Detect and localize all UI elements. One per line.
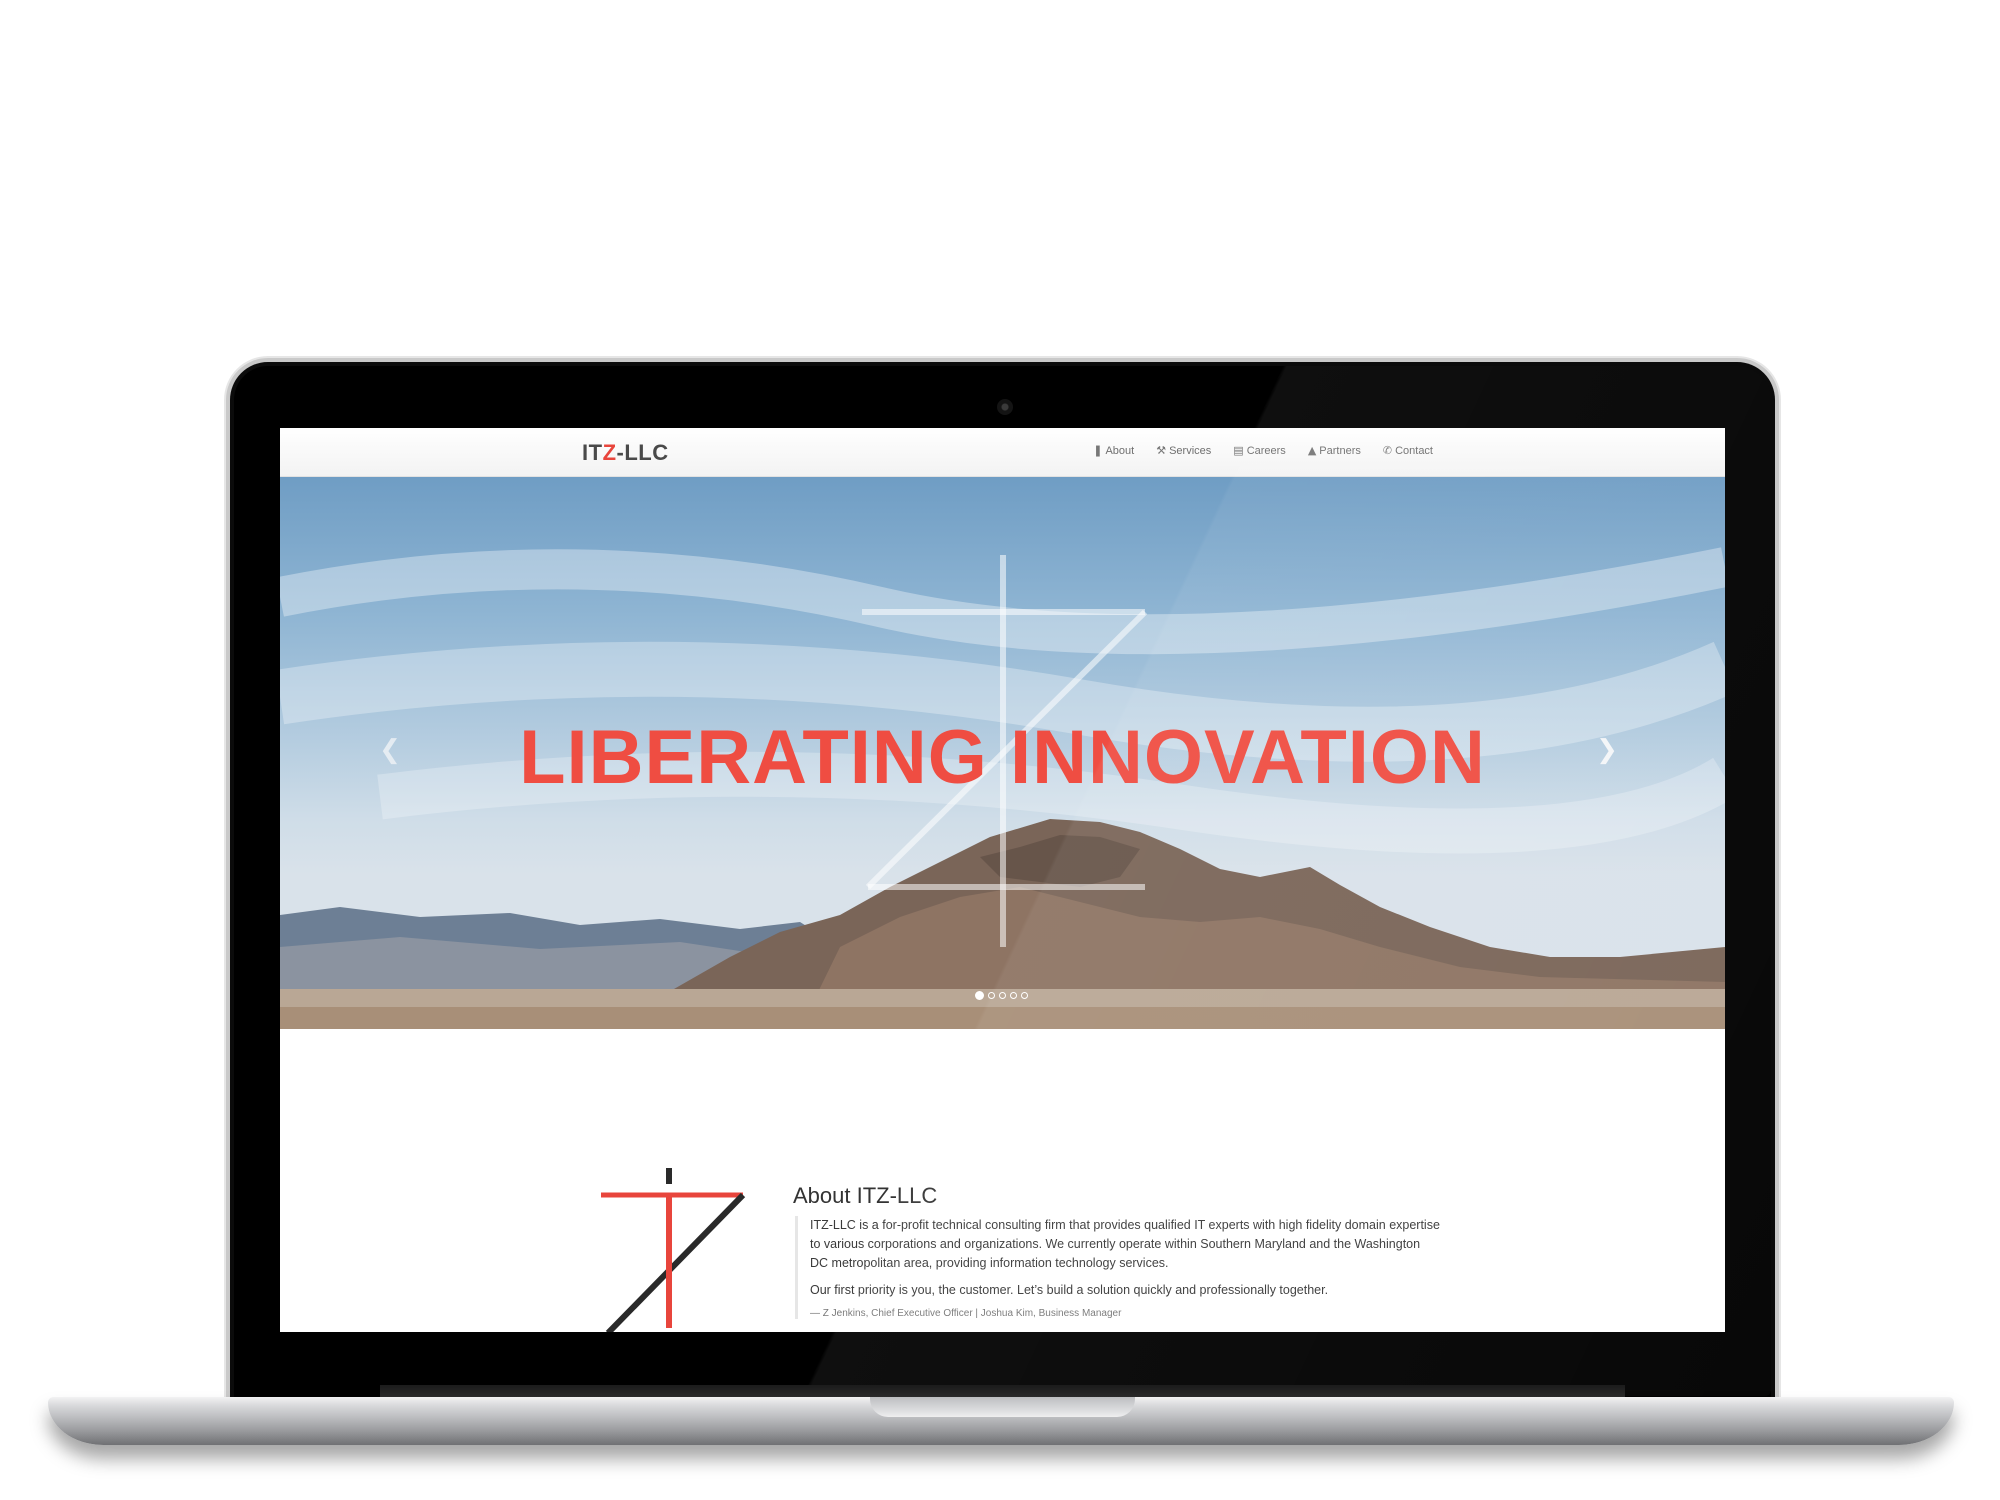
carousel-prev-chevron-icon[interactable]: ❮ [375, 735, 405, 765]
about-heading: About ITZ-LLC [793, 1183, 938, 1208]
nav-item-services[interactable]: ⚒ Services [1156, 444, 1211, 457]
about-paragraph: ITZ-LLC is a for-profit technical consul… [810, 1218, 1440, 1270]
brand-logo[interactable]: ITZ-LLC [582, 440, 669, 466]
about-blockquote: ITZ-LLC is a for-profit technical consul… [795, 1216, 1440, 1319]
briefcase-icon: ▤ [1233, 444, 1244, 457]
nav-label: Careers [1246, 444, 1286, 457]
brand-accent: Z [602, 440, 617, 465]
nav-item-contact[interactable]: ✆ Contact [1383, 444, 1433, 457]
brand-suffix: -LLC [616, 440, 669, 465]
carousel-dot[interactable] [999, 992, 1006, 999]
navbar: ITZ-LLC ❚ About ⚒ Services ▤ Careers ▲ P… [280, 428, 1725, 477]
laptop-thumb-notch [870, 1397, 1135, 1417]
nav-label: Partners [1319, 444, 1361, 457]
user-icon: ▲ [1307, 444, 1317, 457]
carousel-dot[interactable] [988, 992, 995, 999]
webcam-icon [997, 399, 1013, 415]
nav-label: Services [1169, 444, 1212, 457]
nav-label: About [1105, 444, 1135, 457]
about-attribution: — Z Jenkins, Chief Executive Officer | J… [810, 1308, 1122, 1319]
about-paragraph: Our first priority is you, the customer.… [810, 1283, 1329, 1297]
nav-item-partners[interactable]: ▲ Partners [1308, 444, 1361, 457]
itz-logo-icon [601, 1168, 746, 1332]
laptop-hinge [380, 1385, 1625, 1397]
hero-title: LIBERATING INNOVATION [519, 715, 1486, 800]
carousel-dot[interactable] [1021, 992, 1028, 999]
nav-label: Contact [1395, 444, 1433, 457]
nav-item-about[interactable]: ❚ About [1093, 444, 1134, 457]
website-screen: ITZ-LLC ❚ About ⚒ Services ▤ Careers ▲ P… [280, 428, 1725, 1332]
carousel-indicators [975, 991, 1028, 1000]
carousel-next-chevron-icon[interactable]: ❯ [1592, 735, 1622, 765]
brand-prefix: IT [582, 440, 603, 465]
nav-menu: ❚ About ⚒ Services ▤ Careers ▲ Partners … [1093, 444, 1433, 457]
hero-carousel: LIBERATING INNOVATION ❮ ❯ [280, 477, 1725, 1029]
phone-icon: ✆ [1382, 444, 1393, 457]
product-mockup: ITZ-LLC ❚ About ⚒ Services ▤ Careers ▲ P… [0, 0, 2000, 1500]
nav-item-careers[interactable]: ▤ Careers [1233, 444, 1286, 457]
bookmark-icon: ❚ [1093, 444, 1103, 457]
wrench-icon: ⚒ [1156, 444, 1167, 457]
carousel-dot[interactable] [1010, 992, 1017, 999]
carousel-dot[interactable] [975, 991, 984, 1000]
